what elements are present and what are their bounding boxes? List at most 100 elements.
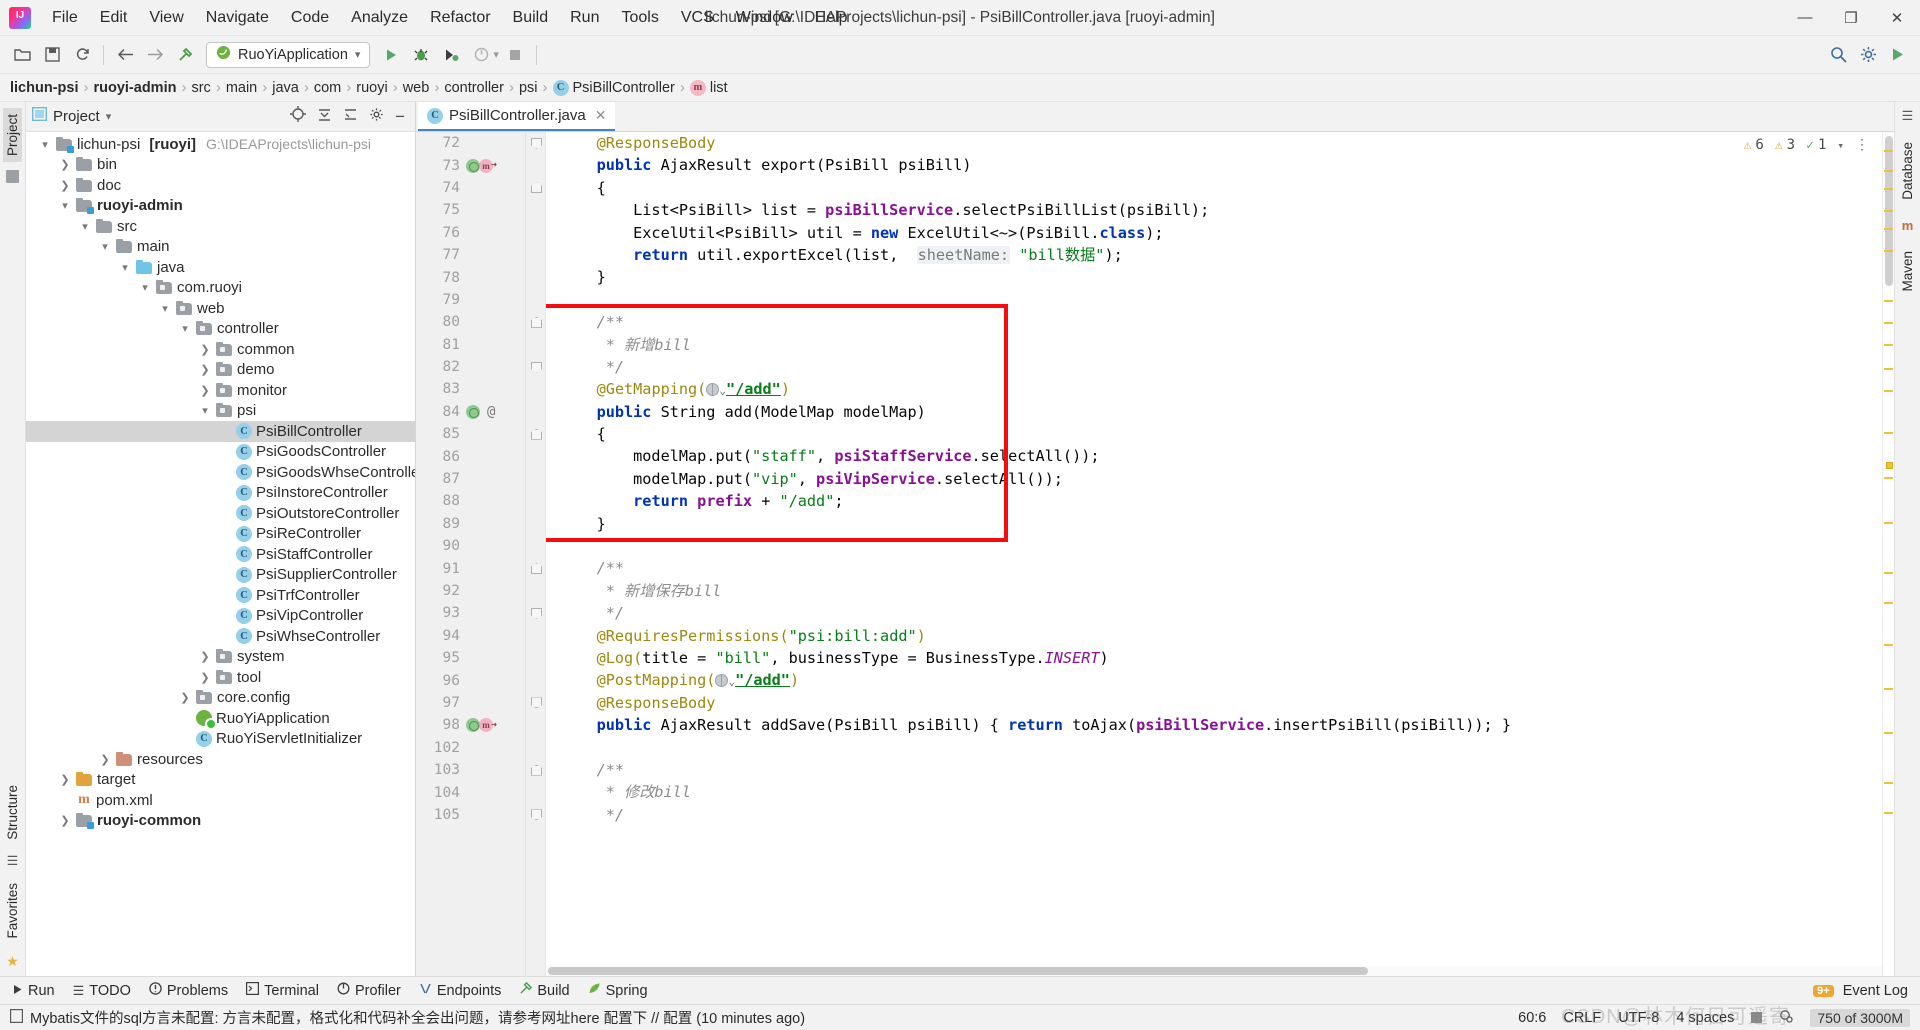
- editor-fold-column[interactable]: [526, 132, 546, 976]
- file-encoding[interactable]: UTF-8: [1618, 1010, 1659, 1026]
- tree-item-psirecontroller[interactable]: C PsiReController: [26, 524, 415, 545]
- fold-marker-slot[interactable]: [526, 759, 545, 781]
- marker-tick[interactable]: [1884, 210, 1893, 212]
- tree-item-src[interactable]: ▾ src: [26, 216, 415, 237]
- chevron-down-icon[interactable]: ▾: [78, 220, 92, 233]
- fold-region-end-icon[interactable]: [531, 362, 540, 373]
- editor-tab-psibillcontroller[interactable]: C PsiBillController.java ✕: [418, 102, 616, 131]
- breadcrumb-item-module[interactable]: ruoyi-admin: [93, 80, 176, 96]
- breadcrumb-item-project[interactable]: lichun-psi: [10, 80, 78, 96]
- sidebar-tab-favorites[interactable]: Favorites: [3, 877, 22, 945]
- tree-item-psigoodscontroller[interactable]: C PsiGoodsController: [26, 442, 415, 463]
- tree-item-monitor[interactable]: ❯ monitor: [26, 380, 415, 401]
- gutter-line[interactable]: 96: [416, 669, 525, 691]
- menu-help[interactable]: Help: [804, 5, 859, 31]
- gutter-line[interactable]: 95: [416, 647, 525, 669]
- bookmark-icon[interactable]: [6, 170, 19, 184]
- tree-item-ruoyiservletinitializer[interactable]: C RuoYiServletInitializer: [26, 729, 415, 750]
- tree-item-tool[interactable]: ❯ tool: [26, 667, 415, 688]
- close-icon[interactable]: ✕: [595, 107, 607, 124]
- locate-file-icon[interactable]: [290, 106, 307, 127]
- tree-item-system[interactable]: ❯ system: [26, 647, 415, 668]
- url-mapping-gutter-icon[interactable]: ⌄: [706, 380, 726, 398]
- maximize-button[interactable]: ❐: [1828, 0, 1874, 36]
- gutter-line[interactable]: 92: [416, 580, 525, 602]
- tool-window-build[interactable]: Build: [519, 981, 570, 999]
- tree-item-controller[interactable]: ▾ controller: [26, 319, 415, 340]
- breadcrumb-item-main[interactable]: main: [226, 80, 257, 96]
- gutter-line[interactable]: 77: [416, 244, 525, 266]
- fold-marker-slot[interactable]: [526, 356, 545, 378]
- run-configuration-selector[interactable]: RuoYiApplication ▾: [206, 41, 371, 68]
- horizontal-scrollbar-thumb[interactable]: [548, 967, 1368, 975]
- back-arrow-icon[interactable]: [111, 42, 139, 68]
- indent-setting[interactable]: 4 spaces: [1676, 1010, 1734, 1026]
- fold-region-start-icon[interactable]: [531, 182, 540, 193]
- gutter-line[interactable]: 90: [416, 535, 525, 557]
- tree-item-common[interactable]: ❯ common: [26, 339, 415, 360]
- update-run-icon[interactable]: [1884, 42, 1912, 68]
- editor-marker-rail[interactable]: [1882, 132, 1894, 976]
- fold-marker-slot[interactable]: [526, 311, 545, 333]
- gutter-markers[interactable]: m ➜: [462, 718, 506, 733]
- tree-item-core-config[interactable]: ❯ core.config: [26, 688, 415, 709]
- close-button[interactable]: ✕: [1874, 0, 1920, 36]
- fold-region-start-icon[interactable]: [531, 563, 540, 574]
- tree-item-psivipcontroller[interactable]: C PsiVipController: [26, 606, 415, 627]
- marker-tick[interactable]: [1884, 300, 1893, 302]
- fold-region-end-icon[interactable]: [531, 138, 540, 149]
- search-icon[interactable]: [1824, 42, 1852, 68]
- tree-item-target[interactable]: ❯ target: [26, 770, 415, 791]
- marker-tick[interactable]: [1884, 150, 1893, 152]
- debug-icon[interactable]: [407, 42, 435, 68]
- code-content[interactable]: ⚠ 6 ⚠ 3 ✓ 1 ▾ ⋮ @ResponseBody public Aja…: [546, 132, 1882, 976]
- chevron-right-icon[interactable]: ❯: [58, 158, 72, 171]
- tree-item-com-ruoyi[interactable]: ▾ com.ruoyi: [26, 278, 415, 299]
- fold-marker-slot[interactable]: [526, 557, 545, 579]
- gutter-markers[interactable]: @: [462, 404, 506, 420]
- tree-item-ruoyiapplication[interactable]: RuoYiApplication: [26, 708, 415, 731]
- chevron-right-icon[interactable]: ❯: [198, 343, 212, 356]
- inspector-icon[interactable]: [1779, 1009, 1794, 1027]
- run-with-coverage-icon[interactable]: [437, 42, 465, 68]
- spring-bean-icon[interactable]: [466, 404, 480, 419]
- tree-item-psiinstorecontroller[interactable]: C PsiInstoreController: [26, 483, 415, 504]
- marker-tick[interactable]: [1884, 522, 1893, 524]
- breadcrumb-item-web[interactable]: web: [403, 80, 430, 96]
- breadcrumb-item-method[interactable]: m list: [689, 79, 728, 96]
- sidebar-tab-project[interactable]: Project: [3, 108, 22, 163]
- sidebar-tab-structure[interactable]: Structure: [3, 779, 22, 846]
- breadcrumb-item-com[interactable]: com: [314, 80, 341, 96]
- gutter-line[interactable]: 102: [416, 737, 525, 759]
- fold-region-end-icon[interactable]: [531, 809, 540, 820]
- chevron-right-icon[interactable]: ❯: [58, 814, 72, 827]
- gutter-line[interactable]: 78: [416, 266, 525, 288]
- gutter-line[interactable]: 93: [416, 602, 525, 624]
- spring-bean-icon[interactable]: [466, 718, 480, 733]
- tree-item-psisuppliercontroller[interactable]: C PsiSupplierController: [26, 565, 415, 586]
- forward-arrow-icon[interactable]: [141, 42, 169, 68]
- marker-tick[interactable]: [1884, 368, 1893, 370]
- marker-tick[interactable]: [1884, 732, 1893, 734]
- structure-icon[interactable]: ☰: [7, 853, 19, 869]
- breadcrumb-item-ruoyi[interactable]: ruoyi: [356, 80, 387, 96]
- spring-bean-icon[interactable]: [466, 158, 480, 173]
- gutter-line[interactable]: 79: [416, 289, 525, 311]
- tree-item-pom-xml[interactable]: m pom.xml: [26, 790, 415, 811]
- maven-icon[interactable]: m: [1902, 218, 1914, 233]
- tool-window-problems[interactable]: Problems: [149, 982, 228, 999]
- annotation-marker-icon[interactable]: @: [487, 404, 495, 420]
- breadcrumb-item-class[interactable]: C PsiBillController: [552, 79, 675, 96]
- line-separator[interactable]: CRLF: [1563, 1010, 1601, 1026]
- chevron-down-icon[interactable]: ▾: [178, 322, 192, 335]
- memory-indicator[interactable]: 750 of 3000M: [1810, 1008, 1910, 1027]
- gutter-line[interactable]: 80: [416, 311, 525, 333]
- chevron-down-icon[interactable]: ▾: [138, 281, 152, 294]
- marker-warning-square[interactable]: [1886, 462, 1893, 469]
- marker-tick[interactable]: [1884, 250, 1893, 252]
- chevron-right-icon[interactable]: ❯: [198, 363, 212, 376]
- menu-file[interactable]: File: [41, 5, 89, 31]
- gutter-line[interactable]: 87: [416, 468, 525, 490]
- chevron-down-icon[interactable]: ▾: [1837, 139, 1844, 152]
- fold-marker-slot[interactable]: [526, 177, 545, 199]
